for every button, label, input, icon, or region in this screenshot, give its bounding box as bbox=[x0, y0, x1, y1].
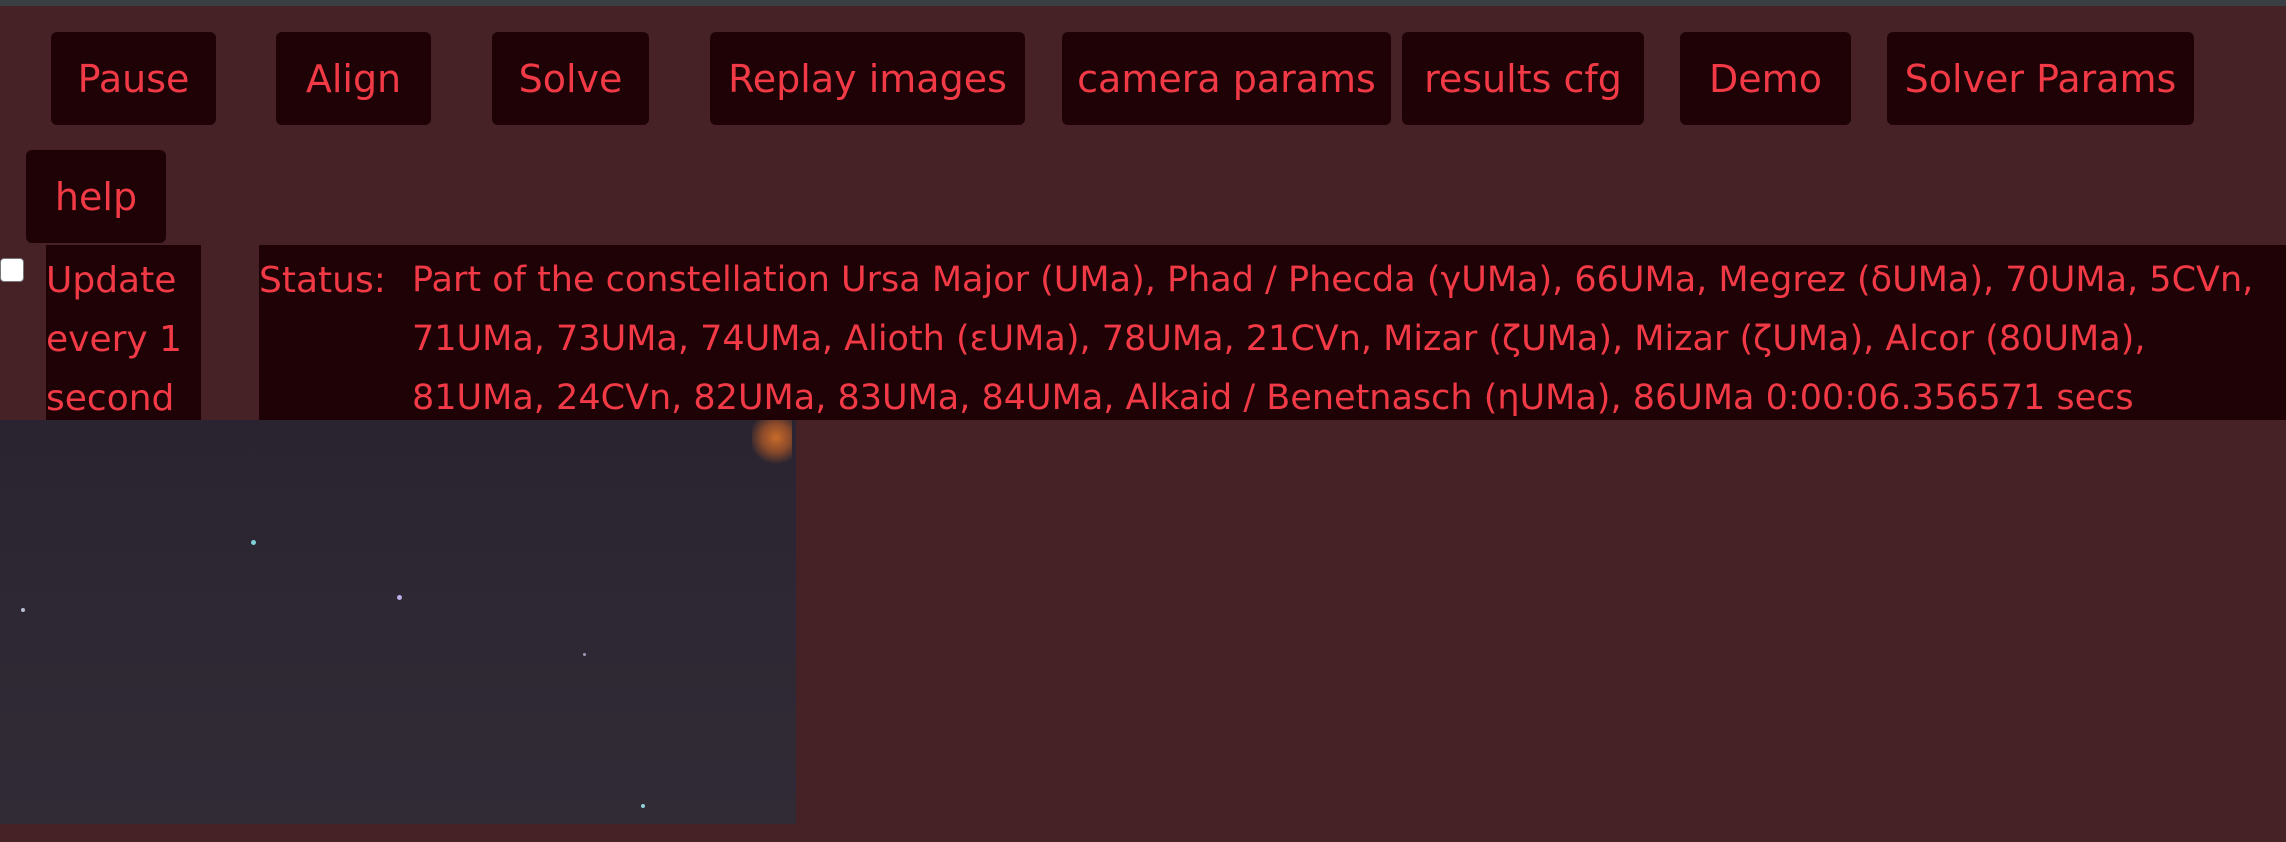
update-checkbox[interactable] bbox=[0, 258, 24, 282]
status-text: Part of the constellation Ursa Major (UM… bbox=[412, 260, 2254, 418]
top-strip bbox=[0, 0, 2286, 6]
update-label: Update every 1 second bbox=[46, 245, 201, 420]
status-label: Status: bbox=[259, 260, 386, 301]
star bbox=[641, 804, 645, 808]
sky-image-glow bbox=[752, 420, 792, 464]
star bbox=[583, 653, 586, 656]
replay-images-button[interactable]: Replay images bbox=[710, 32, 1025, 125]
help-button[interactable]: help bbox=[26, 150, 166, 243]
sky-image bbox=[0, 420, 796, 824]
pause-button[interactable]: Pause bbox=[51, 32, 216, 125]
solver-params-button[interactable]: Solver Params bbox=[1887, 32, 2194, 125]
star bbox=[21, 608, 25, 612]
results-cfg-button[interactable]: results cfg bbox=[1402, 32, 1644, 125]
star bbox=[397, 595, 402, 600]
demo-button[interactable]: Demo bbox=[1680, 32, 1851, 125]
solve-button[interactable]: Solve bbox=[492, 32, 649, 125]
star bbox=[251, 540, 256, 545]
status-panel: Status: Part of the constellation Ursa M… bbox=[259, 245, 2286, 420]
camera-params-button[interactable]: camera params bbox=[1062, 32, 1391, 125]
align-button[interactable]: Align bbox=[276, 32, 431, 125]
